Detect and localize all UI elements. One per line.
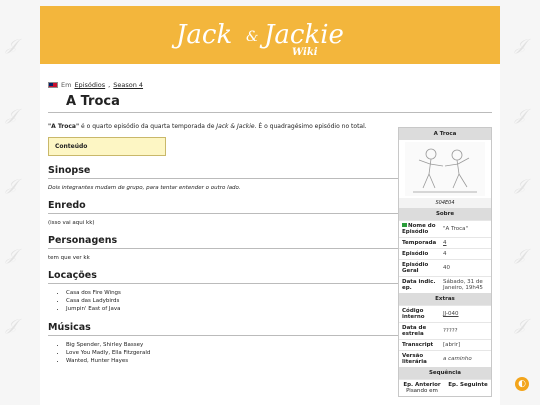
background-pattern: 𝒥 — [6, 175, 18, 194]
infobox-section-sobre: Sobre — [399, 208, 491, 220]
infobox-key: Data indic. ep. — [402, 279, 436, 291]
flag-icon — [402, 223, 407, 227]
wiki-logo[interactable]: Jack & Jackie Wiki — [170, 13, 370, 57]
episode-sketch-image — [405, 142, 485, 196]
breadcrumb-link-episodios[interactable]: Episódios — [74, 81, 105, 89]
background-pattern: 𝒥 — [6, 245, 18, 264]
infobox-row: Episódio 4 — [399, 248, 491, 259]
flag-icon — [48, 82, 58, 88]
enredo-text: (isso vai aqui kk) — [48, 220, 95, 226]
breadcrumb-link-season[interactable]: Season 4 — [113, 81, 143, 89]
infobox-key: Versão literária — [402, 353, 427, 365]
infobox-row: Temporada 4 — [399, 237, 491, 248]
infobox-value: Sábado, 31 de Janeiro, 19h45 — [443, 279, 483, 291]
list-item: Jumpin' East of Java — [66, 305, 398, 313]
infobox-key: Transcript — [402, 342, 434, 348]
toc-label: Conteúdo — [55, 143, 88, 150]
locacoes-list: Casa dos Fire Wings Casa das Ladybirds J… — [48, 289, 398, 313]
infobox-row: Versão literária a caminho — [399, 350, 491, 367]
infobox-value: "A Troca" — [443, 226, 469, 232]
previous-episode[interactable]: Ep. Anterior Pisando em — [399, 380, 445, 396]
breadcrumb-separator: , — [108, 81, 111, 89]
background-pattern: 𝒥 — [515, 245, 527, 264]
background-pattern: 𝒥 — [515, 315, 527, 334]
episode-infobox: A Troca S04E04 Sobre Nome do Episódio "A… — [398, 127, 492, 397]
site-banner[interactable]: Jack & Jackie Wiki — [40, 6, 500, 64]
section-heading-enredo: Enredo — [48, 200, 398, 214]
episode-image[interactable] — [399, 140, 491, 198]
intro-show-name: Jack & Jackie — [216, 123, 255, 130]
infobox-key: Código interno — [402, 308, 425, 320]
breadcrumb-label: Em — [61, 81, 72, 89]
svg-text:Jackie: Jackie — [259, 20, 344, 50]
infobox-key: Data de estreia — [402, 325, 427, 337]
intro-bold-title: "A Troca" — [48, 123, 80, 130]
next-episode-label: Ep. Seguinte — [448, 382, 488, 388]
infobox-value: a caminho — [443, 356, 472, 362]
section-heading-sinopse: Sinopse — [48, 165, 398, 179]
list-item: Casa das Ladybirds — [66, 297, 398, 305]
background-pattern: 𝒥 — [515, 105, 527, 124]
infobox-row: Data indic. ep. Sábado, 31 de Janeiro, 1… — [399, 276, 491, 293]
article-body: "A Troca" é o quarto episódio da quarta … — [48, 123, 398, 365]
list-item: Wanted, Hunter Hayes — [66, 357, 398, 365]
table-of-contents[interactable]: Conteúdo — [48, 137, 166, 156]
infobox-caption: S04E04 — [399, 198, 491, 208]
musicas-list: Big Spender, Shirley Bassey Love You Mad… — [48, 341, 398, 365]
svg-text:Wiki: Wiki — [292, 47, 318, 57]
infobox-row: Transcript [abrir] — [399, 339, 491, 350]
transcript-link[interactable]: [abrir] — [441, 340, 491, 350]
infobox-key: Nome do Episódio — [399, 221, 441, 237]
intro-text: . É o quadragésimo episódio no total. — [254, 123, 367, 130]
list-item: Love You Madly, Ella Fitzgerald — [66, 349, 398, 357]
infobox-row: Episódio Geral 40 — [399, 259, 491, 276]
infobox-value: 4 — [443, 251, 447, 257]
background-pattern: 𝒥 — [6, 315, 18, 334]
list-item: Big Spender, Shirley Bassey — [66, 341, 398, 349]
infobox-value: ????? — [443, 328, 458, 334]
previous-episode-link[interactable]: Pisando em — [406, 388, 438, 394]
section-heading-musicas: Músicas — [48, 322, 398, 336]
infobox-value-link[interactable]: JJ-040 — [441, 309, 491, 319]
infobox-section-sequencia: Sequência — [399, 367, 491, 379]
wiki-page: Jack & Jackie Wiki Em Episódios, Season … — [40, 6, 500, 405]
theme-toggle-icon: ◐ — [518, 379, 526, 389]
infobox-key: Episódio — [402, 251, 429, 257]
intro-paragraph: "A Troca" é o quarto episódio da quarta … — [48, 123, 398, 130]
background-pattern: 𝒥 — [6, 35, 18, 54]
infobox-row: Código interno JJ-040 — [399, 305, 491, 322]
infobox-key-text: Nome do Episódio — [402, 223, 436, 235]
infobox-title: A Troca — [399, 128, 491, 140]
breadcrumb: Em Episódios, Season 4 — [48, 81, 492, 89]
infobox-row: Nome do Episódio "A Troca" — [399, 220, 491, 237]
svg-text:Jack: Jack — [171, 20, 232, 50]
infobox-section-extras: Extras — [399, 293, 491, 305]
infobox-value: 40 — [443, 265, 450, 271]
infobox-row: Data de estreia ????? — [399, 322, 491, 339]
list-item: Casa dos Fire Wings — [66, 289, 398, 297]
background-pattern: 𝒥 — [6, 105, 18, 124]
infobox-value-link[interactable]: 4 — [441, 238, 491, 248]
theme-toggle-button[interactable]: ◐ — [515, 377, 529, 391]
infobox-key: Temporada — [402, 240, 437, 246]
svg-text:&: & — [246, 29, 258, 45]
page-title: A Troca — [48, 94, 492, 113]
personagens-text: tem que ver kk — [48, 255, 90, 261]
background-pattern: 𝒥 — [515, 175, 527, 194]
next-episode[interactable]: Ep. Seguinte — [445, 380, 491, 396]
section-heading-locacoes: Locações — [48, 270, 398, 284]
background-pattern: 𝒥 — [515, 35, 527, 54]
intro-text: é o quarto episódio da quarta temporada … — [79, 123, 217, 130]
section-heading-personagens: Personagens — [48, 235, 398, 249]
sinopse-text: Dois integrantes mudam de grupo, para te… — [48, 185, 241, 191]
infobox-key: Episódio Geral — [402, 262, 429, 274]
episode-sequence: Ep. Anterior Pisando em Ep. Seguinte — [399, 379, 491, 396]
